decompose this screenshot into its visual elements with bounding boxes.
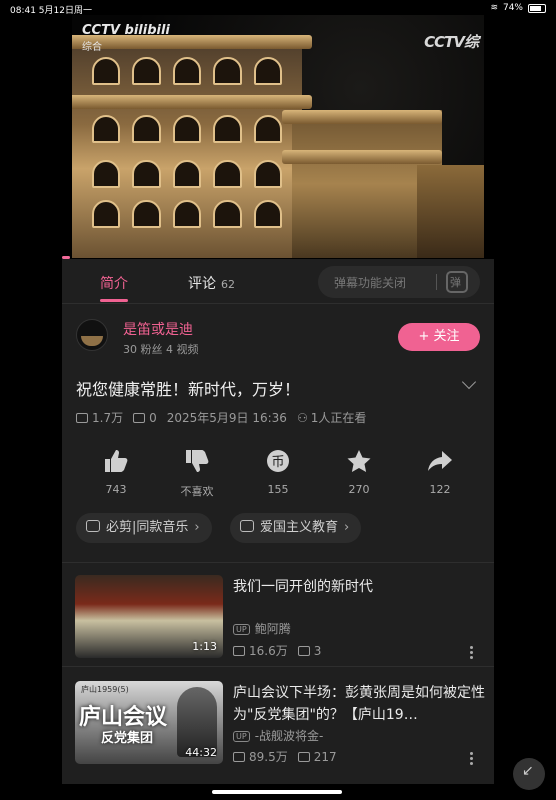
recommended-title[interactable]: 庐山会议下半场：彭黄张周是如何被定性为"反党集团"的？【庐山19… xyxy=(233,682,485,726)
watching-count: 1人正在看 xyxy=(310,411,367,425)
thumbs-down-icon xyxy=(186,450,209,472)
danmu-label: 弹幕功能关闭 xyxy=(334,276,407,290)
recommended-title[interactable]: 我们一同开创的新时代 xyxy=(233,576,485,598)
video-building-3 xyxy=(417,165,484,258)
up-badge-icon: UP xyxy=(233,624,250,635)
video-thumbnail[interactable]: 1:13 xyxy=(75,575,223,658)
chevron-right-icon: › xyxy=(344,520,350,535)
like-count: 743 xyxy=(105,483,127,496)
star-icon xyxy=(347,450,371,472)
tab-intro[interactable]: 简介 xyxy=(100,273,128,293)
video-thumbnail[interactable]: 庐山1959(5) 庐山会议 反党集团 44:32 xyxy=(75,681,223,764)
hashtag-icon xyxy=(240,520,254,532)
dislike-button[interactable]: 不喜欢 xyxy=(167,449,227,499)
avatar[interactable] xyxy=(76,319,108,351)
recommended-stats: 89.5万 217 xyxy=(233,748,337,765)
favorite-button[interactable]: 270 xyxy=(329,449,389,496)
video-player[interactable]: CCTV bilibili 综合 CCTV综 xyxy=(72,15,484,258)
share-button[interactable]: 122 xyxy=(410,449,470,496)
tab-bar: 简介 评论 62 弹幕功能关闭 xyxy=(62,259,494,304)
cctv-watermark: CCTV综 xyxy=(424,33,479,51)
battery-icon xyxy=(528,3,546,13)
minimize-icon[interactable] xyxy=(513,758,545,790)
view-count: 1.7万 xyxy=(92,411,124,425)
chevron-right-icon: › xyxy=(194,520,200,535)
author-name[interactable]: 是笛或是迪 xyxy=(123,319,193,339)
danmaku-count-icon xyxy=(133,412,146,423)
video-title: 祝您健康常胜！新时代，万岁！ xyxy=(76,380,301,399)
dislike-label: 不喜欢 xyxy=(180,485,214,498)
expand-chevron-icon[interactable] xyxy=(461,374,477,390)
battery-percent: 74% xyxy=(502,3,523,13)
coin-icon: 币 xyxy=(267,450,289,472)
coin-button[interactable]: 币 155 xyxy=(248,449,308,496)
play-count-icon xyxy=(233,646,245,656)
play-count-icon xyxy=(233,752,245,762)
watching-icon: ⚇ xyxy=(296,410,308,425)
danmu-toggle-icon[interactable] xyxy=(446,271,468,293)
video-building xyxy=(72,35,312,258)
video-meta: 1.7万 0 2025年5月9日 16:36 ⚇ 1人正在看 xyxy=(76,409,366,426)
follow-button[interactable]: + 关注 xyxy=(398,323,480,351)
up-badge-icon: UP xyxy=(233,731,250,742)
more-options-icon[interactable] xyxy=(470,752,474,766)
coin-count: 155 xyxy=(267,483,289,496)
action-bar: 743 不喜欢 币 155 270 122 xyxy=(76,449,480,499)
danmaku-count: 0 xyxy=(149,410,157,425)
uploader: UP -战舰波将金- xyxy=(233,727,323,744)
svg-text:币: 币 xyxy=(271,455,284,470)
recommended-video[interactable]: 庐山1959(5) 庐山会议 反党集团 44:32 庐山会议下半场：彭黄张周是如… xyxy=(62,670,494,766)
danmu-separator xyxy=(436,274,437,290)
comment-count: 62 xyxy=(221,278,235,291)
danmaku-count-icon xyxy=(297,752,310,762)
more-options-icon[interactable] xyxy=(470,646,474,660)
duration: 44:32 xyxy=(185,746,217,759)
thumbnail-subtitle: 反党集团 xyxy=(101,731,154,746)
status-right: ≋ 74% xyxy=(490,3,546,13)
recommended-video[interactable]: 1:13 我们一同开创的新时代 UP 鲍阿腾 16.6万 3 xyxy=(62,564,494,660)
wifi-icon: ≋ xyxy=(490,3,498,13)
channel-logo: CCTV bilibili 综合 xyxy=(82,23,170,53)
share-icon xyxy=(428,451,452,471)
thumbs-up-icon xyxy=(105,450,128,472)
tab-active-underline xyxy=(100,299,128,302)
status-bar: 08:41 5月12日周一 ≋ 74% xyxy=(0,0,556,16)
tag-bijian-music[interactable]: 必剪|同款音乐 › xyxy=(76,513,212,543)
tag-patriotic-education[interactable]: 爱国主义教育 › xyxy=(230,513,362,543)
music-tag-icon xyxy=(86,520,100,532)
share-count: 122 xyxy=(429,483,451,496)
uploader: UP 鲍阿腾 xyxy=(233,620,291,637)
like-button[interactable]: 743 xyxy=(86,449,146,496)
danmaku-count-icon xyxy=(297,646,310,656)
publish-date: 2025年5月9日 16:36 xyxy=(166,411,287,425)
divider xyxy=(62,666,494,667)
home-indicator[interactable] xyxy=(212,790,342,794)
divider xyxy=(62,562,494,563)
author-meta: 30 粉丝 4 视频 xyxy=(123,343,199,356)
duration: 1:13 xyxy=(192,640,217,653)
recommended-stats: 16.6万 3 xyxy=(233,642,321,659)
tab-comments[interactable]: 评论 62 xyxy=(188,273,235,293)
favorite-count: 270 xyxy=(348,483,370,496)
danmu-input[interactable]: 弹幕功能关闭 xyxy=(318,266,480,298)
content-panel: 简介 评论62 弹幕功能关闭 是笛或是迪 30 粉丝 4 视频 + 关注 祝您健… xyxy=(62,259,494,784)
thumbnail-caption: 庐山1959(5) xyxy=(81,685,129,694)
play-count-icon xyxy=(76,412,88,423)
